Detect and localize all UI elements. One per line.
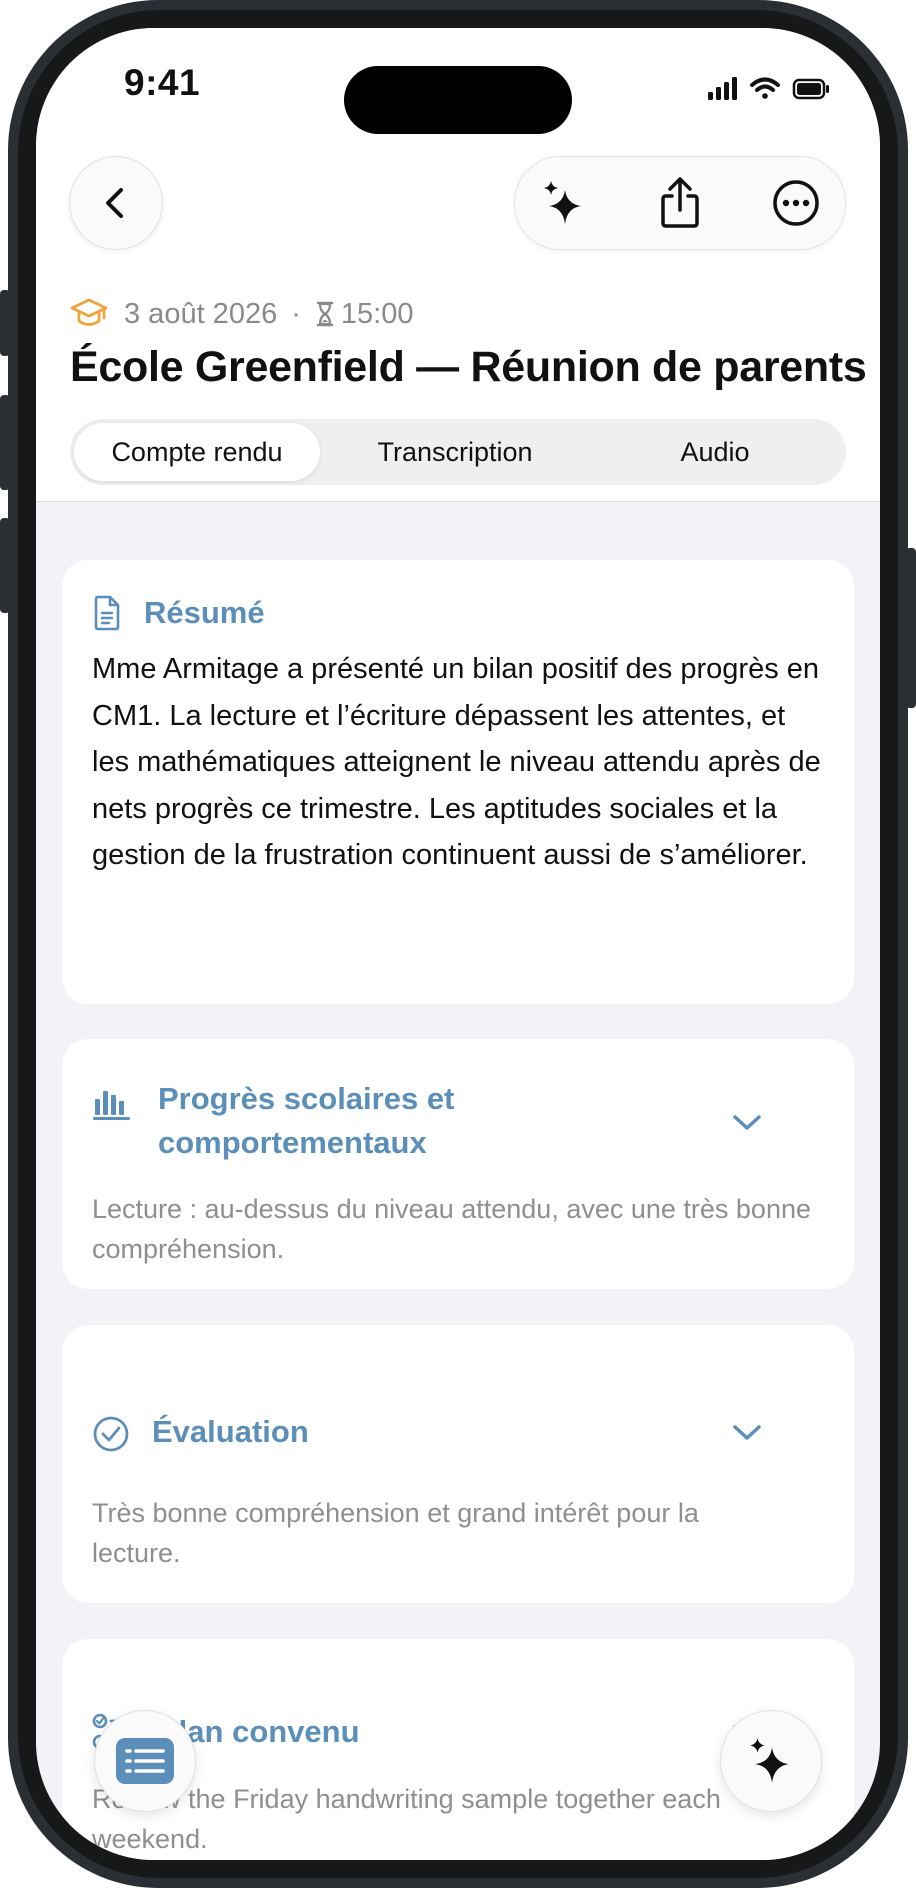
screen: 9:41 3 août 2026 · 15:00 École Greenfiel…: [36, 28, 880, 1860]
bar-chart-icon: [93, 1091, 130, 1120]
ai-assistant-button[interactable]: [720, 1710, 822, 1812]
status-time: 9:41: [124, 62, 201, 103]
dynamic-island: [344, 66, 572, 134]
ellipsis-circle-icon: [773, 180, 819, 226]
section-card-evaluation[interactable]: Évaluation Très bonne compréhension et g…: [62, 1325, 854, 1603]
sparkles-icon: [750, 1738, 789, 1783]
meta-separator: ·: [291, 297, 301, 330]
meeting-meta: 3 août 2026 · 15:00: [70, 294, 413, 334]
hourglass-icon: [316, 301, 334, 327]
share-button[interactable]: [653, 176, 707, 230]
more-button[interactable]: [769, 176, 823, 230]
section-heading-evaluation: Évaluation: [152, 1414, 309, 1449]
notes-list-button[interactable]: [94, 1710, 196, 1812]
section-preview-progres: Lecture : au-dessus du niveau attendu, a…: [92, 1194, 811, 1264]
status-icons: [708, 77, 829, 100]
graduation-cap-icon: [70, 298, 108, 326]
section-preview-evaluation: Très bonne compréhension et grand intérê…: [92, 1498, 699, 1568]
share-icon: [661, 177, 699, 228]
sparkles-icon: [544, 181, 581, 224]
tab-audio[interactable]: Audio: [590, 423, 840, 481]
summary-heading: Résumé: [144, 595, 265, 630]
section-heading-progres: Progrès scolaires et comportementaux: [158, 1081, 455, 1160]
meeting-date: 3 août 2026: [124, 297, 278, 330]
summary-header: Résumé: [92, 590, 265, 636]
cellular-signal-icon: [708, 77, 737, 100]
list-icon: [116, 1738, 174, 1784]
document-icon: [94, 595, 120, 631]
summary-text: Mme Armitage a présenté un bilan positif…: [92, 653, 821, 871]
check-circle-icon: [93, 1416, 129, 1452]
chevron-down-icon[interactable]: [732, 1423, 762, 1443]
section-preview-plan: Review the Friday handwriting sample tog…: [92, 1784, 721, 1854]
chevron-down-icon[interactable]: [732, 1113, 762, 1133]
toolbar-actions: [514, 156, 846, 250]
page-title: École Greenfield — Réunion de parents: [70, 343, 867, 391]
chevron-left-icon: [106, 188, 123, 218]
meeting-time: 15:00: [340, 297, 414, 330]
section-card-progres[interactable]: Progrès scolaires et comportementaux Lec…: [62, 1039, 854, 1289]
tab-bar: Compte rendu Transcription Audio: [70, 419, 846, 485]
wifi-icon: [750, 77, 780, 99]
tab-transcription[interactable]: Transcription: [330, 423, 580, 481]
summary-card: Résumé Mme Armitage a présenté un bilan …: [62, 560, 854, 1004]
back-button[interactable]: [69, 156, 163, 250]
battery-icon: [792, 78, 829, 100]
ai-button[interactable]: [537, 176, 591, 230]
tab-compte-rendu[interactable]: Compte rendu: [74, 423, 320, 481]
